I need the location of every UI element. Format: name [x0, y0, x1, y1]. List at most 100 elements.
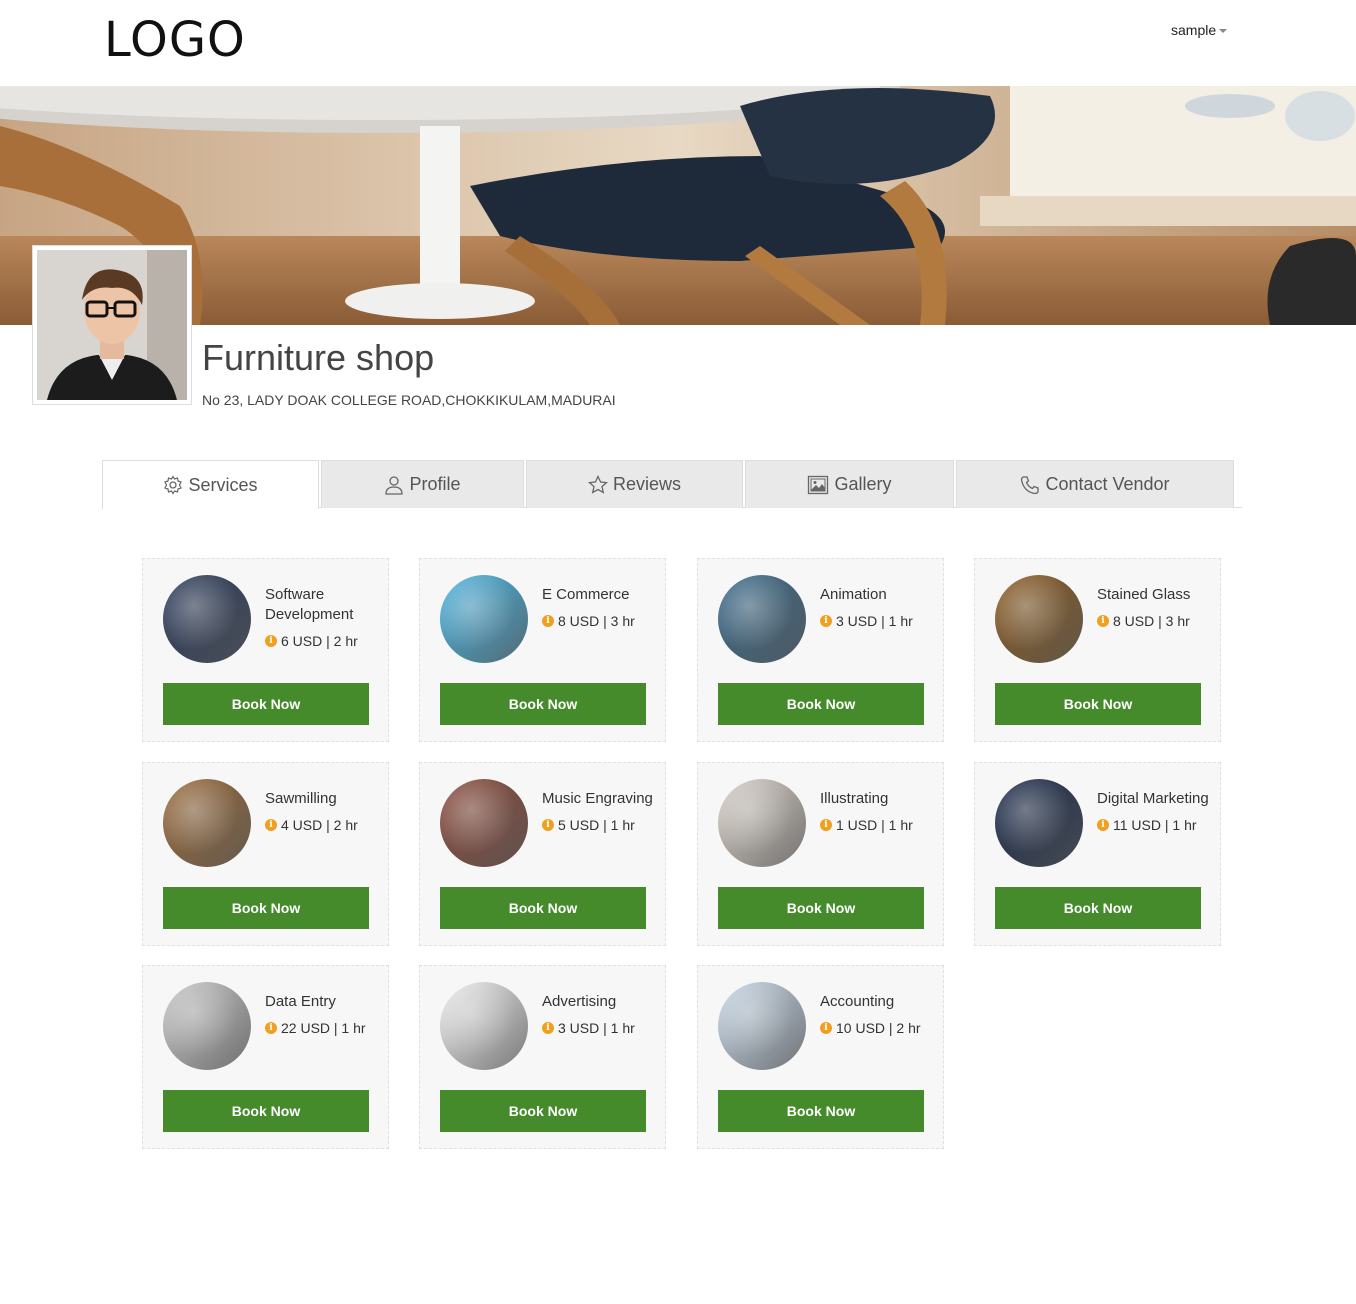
service-name: Animation — [820, 586, 887, 603]
user-menu-label: sample — [1171, 22, 1217, 38]
user-icon — [384, 475, 404, 495]
service-thumbnail — [995, 779, 1083, 867]
service-price: i 5 USD | 1 hr — [542, 817, 635, 833]
tab-profile[interactable]: Profile — [321, 460, 524, 508]
service-price-text: 10 USD | 2 hr — [836, 1020, 921, 1036]
service-price: i 10 USD | 2 hr — [820, 1020, 921, 1036]
service-card: Advertising i 3 USD | 1 hr Book Now — [419, 965, 666, 1149]
tab-label: Gallery — [834, 474, 892, 494]
tab-label: Profile — [409, 474, 461, 494]
service-name: Software Development — [265, 586, 354, 623]
book-now-button[interactable]: Book Now — [163, 1090, 369, 1132]
book-now-button[interactable]: Book Now — [718, 683, 924, 725]
service-price: i 8 USD | 3 hr — [542, 613, 635, 629]
service-card: Accounting i 10 USD | 2 hr Book Now — [697, 965, 944, 1149]
book-now-button[interactable]: Book Now — [718, 887, 924, 929]
book-now-button[interactable]: Book Now — [440, 1090, 646, 1132]
service-name: Sawmilling — [265, 790, 337, 807]
service-price: i 8 USD | 3 hr — [1097, 613, 1190, 629]
service-thumbnail — [718, 575, 806, 663]
info-icon: i — [1097, 819, 1109, 831]
service-thumbnail — [718, 982, 806, 1070]
service-thumbnail — [440, 779, 528, 867]
service-card: Data Entry i 22 USD | 1 hr Book Now — [142, 965, 389, 1149]
info-icon: i — [1097, 615, 1109, 627]
service-price-text: 11 USD | 1 hr — [1113, 817, 1197, 833]
service-card: E Commerce i 8 USD | 3 hr Book Now — [419, 558, 666, 742]
info-icon: i — [265, 819, 277, 831]
service-thumbnail — [718, 779, 806, 867]
info-icon: i — [542, 819, 554, 831]
service-name: E Commerce — [542, 586, 630, 603]
book-now-button[interactable]: Book Now — [718, 1090, 924, 1132]
service-name: Stained Glass — [1097, 586, 1191, 603]
vendor-avatar — [32, 245, 192, 405]
service-name: Music Engraving — [542, 790, 653, 807]
service-name: Illustrating — [820, 790, 889, 807]
service-card: Sawmilling i 4 USD | 2 hr Book Now — [142, 762, 389, 946]
service-card: Stained Glass i 8 USD | 3 hr Book Now — [974, 558, 1221, 742]
service-card: Illustrating i 1 USD | 1 hr Book Now — [697, 762, 944, 946]
info-icon: i — [820, 819, 832, 831]
star-icon — [587, 474, 608, 495]
tab-label: Contact Vendor — [1045, 474, 1170, 494]
service-price-text: 3 USD | 1 hr — [558, 1020, 635, 1036]
service-price-text: 6 USD | 2 hr — [281, 633, 358, 649]
tab-label: Reviews — [612, 474, 682, 494]
service-price-text: 3 USD | 1 hr — [836, 613, 913, 629]
tab-contact-vendor[interactable]: Contact Vendor — [956, 460, 1234, 508]
service-price-text: 8 USD | 3 hr — [558, 613, 635, 629]
profile-tabs: Services Profile Reviews Gallery Contact… — [102, 460, 1242, 509]
info-icon: i — [820, 615, 832, 627]
info-icon: i — [820, 1022, 832, 1034]
shop-title: Furniture shop — [202, 337, 435, 378]
book-now-button[interactable]: Book Now — [995, 683, 1201, 725]
service-price: i 4 USD | 2 hr — [265, 817, 358, 833]
service-thumbnail — [440, 982, 528, 1070]
shop-address: No 23, LADY DOAK COLLEGE ROAD,CHOKKIKULA… — [202, 392, 616, 408]
service-price: i 11 USD | 1 hr — [1097, 817, 1197, 833]
phone-icon — [1020, 475, 1040, 495]
gear-icon — [163, 475, 183, 495]
info-icon: i — [265, 1022, 277, 1034]
service-price-text: 22 USD | 1 hr — [281, 1020, 366, 1036]
service-card: Animation i 3 USD | 1 hr Book Now — [697, 558, 944, 742]
logo[interactable]: LOGO — [104, 13, 246, 67]
service-name: Accounting — [820, 993, 895, 1010]
book-now-button[interactable]: Book Now — [440, 683, 646, 725]
service-thumbnail — [440, 575, 528, 663]
book-now-button[interactable]: Book Now — [995, 887, 1201, 929]
book-now-button[interactable]: Book Now — [163, 683, 369, 725]
info-icon: i — [542, 1022, 554, 1034]
service-thumbnail — [163, 575, 251, 663]
service-thumbnail — [995, 575, 1083, 663]
book-now-button[interactable]: Book Now — [440, 887, 646, 929]
service-card: Software Development i 6 USD | 2 hr Book No… — [142, 558, 389, 742]
service-price-text: 5 USD | 1 hr — [558, 817, 635, 833]
service-price: i 3 USD | 1 hr — [820, 613, 913, 629]
service-name: Advertising — [542, 993, 617, 1010]
service-thumbnail — [163, 779, 251, 867]
service-price: i 3 USD | 1 hr — [542, 1020, 635, 1036]
service-price: i 6 USD | 2 hr — [265, 633, 358, 649]
info-icon: i — [542, 615, 554, 627]
service-name: Digital Marketing — [1097, 790, 1209, 807]
tab-gallery[interactable]: Gallery — [745, 460, 954, 508]
book-now-button[interactable]: Book Now — [163, 887, 369, 929]
service-price-text: 8 USD | 3 hr — [1113, 613, 1190, 629]
cover-image — [0, 86, 1356, 325]
info-icon: i — [265, 635, 277, 647]
service-price-text: 4 USD | 2 hr — [281, 817, 358, 833]
image-icon — [807, 475, 829, 495]
service-thumbnail — [163, 982, 251, 1070]
service-price-text: 1 USD | 1 hr — [836, 817, 913, 833]
service-price: i 22 USD | 1 hr — [265, 1020, 366, 1036]
tab-reviews[interactable]: Reviews — [526, 460, 743, 508]
service-card: Music Engraving i 5 USD | 1 hr Book Now — [419, 762, 666, 946]
user-menu-dropdown[interactable]: sample — [1171, 22, 1228, 38]
top-header: LOGO sample — [0, 0, 1356, 86]
service-name: Data Entry — [265, 993, 336, 1010]
service-price: i 1 USD | 1 hr — [820, 817, 913, 833]
tab-label: Services — [188, 474, 258, 495]
tab-services[interactable]: Services — [102, 460, 319, 509]
